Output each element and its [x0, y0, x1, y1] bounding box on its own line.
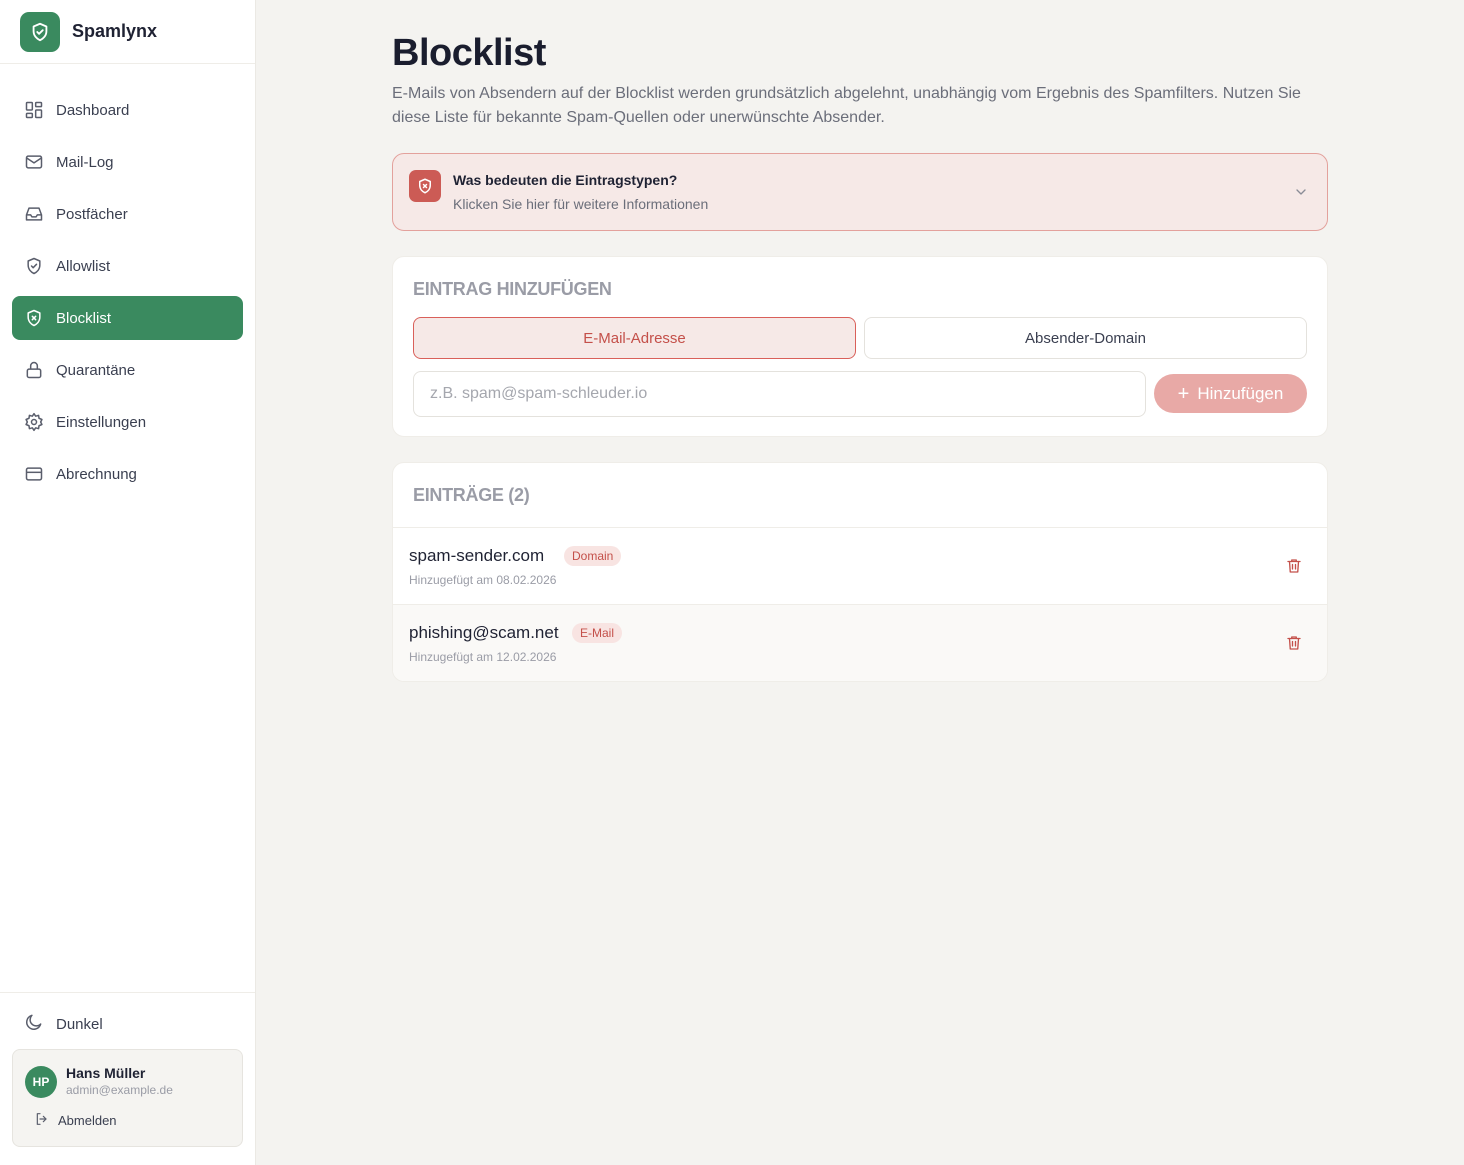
user-email: admin@example.de — [66, 1083, 173, 1097]
entry-name: phishing@scam.net — [409, 623, 559, 642]
sidebar-item-einstellungen[interactable]: Einstellungen — [12, 400, 243, 444]
sidebar-item-allowlist[interactable]: Allowlist — [12, 244, 243, 288]
sidebar-footer: Dunkel HP Hans Müller admin@example.de A… — [0, 992, 255, 1147]
moon-icon — [24, 1012, 44, 1036]
info-subtitle: Klicken Sie hier für weitere Information… — [453, 196, 709, 212]
logout-label: Abmelden — [58, 1113, 117, 1128]
avatar: HP — [25, 1066, 57, 1098]
logout-button[interactable]: Abmelden — [34, 1111, 117, 1130]
plus-icon: + — [1177, 382, 1190, 405]
list-item: phishing@scam.net E-Mail Hinzugefügt am … — [393, 604, 1327, 681]
brand: Spamlynx — [0, 0, 255, 64]
trash-icon[interactable] — [1285, 557, 1303, 575]
entry-type-badge: E-Mail — [572, 623, 623, 643]
shield-x-icon — [24, 308, 44, 328]
sidebar-item-label: Dashboard — [56, 101, 130, 119]
sidebar-item-label: Quarantäne — [56, 361, 136, 379]
chevron-down-icon — [1293, 184, 1309, 205]
sidebar-item-blocklist[interactable]: Blocklist — [12, 296, 243, 340]
page-title: Blocklist — [392, 32, 546, 74]
sidebar-item-label: Postfächer — [56, 205, 128, 223]
gear-icon — [24, 412, 44, 432]
info-title: Was bedeuten die Eintragstypen? — [453, 172, 678, 188]
theme-toggle-label: Dunkel — [56, 1015, 103, 1033]
entries-card: EINTRÄGE (2) spam-sender.com Domain Hinz… — [392, 462, 1328, 682]
sidebar-item-label: Allowlist — [56, 257, 111, 275]
list-item: spam-sender.com Domain Hinzugefügt am 08… — [393, 527, 1327, 604]
app-name: Spamlynx — [72, 21, 158, 41]
sidebar-nav: Dashboard Mail-Log Postfächer Allowlist … — [12, 88, 243, 504]
sidebar-item-postfaecher[interactable]: Postfächer — [12, 192, 243, 236]
dashboard-icon — [24, 100, 44, 120]
shield-check-icon — [24, 256, 44, 276]
entry-input[interactable] — [413, 371, 1146, 417]
entry-date: Hinzugefügt am 08.02.2026 — [409, 573, 557, 587]
page-description: E-Mails von Absendern auf der Blocklist … — [392, 85, 1301, 126]
add-entry-label: Hinzufügen — [1197, 383, 1284, 403]
theme-toggle[interactable]: Dunkel — [12, 1003, 243, 1045]
entry-type-badge: Domain — [564, 546, 622, 566]
logout-icon — [34, 1111, 50, 1130]
sidebar-item-dashboard[interactable]: Dashboard — [12, 88, 243, 132]
shield-logo-icon — [20, 11, 60, 52]
type-email-button[interactable]: E-Mail-Adresse — [413, 317, 856, 359]
shield-x-icon — [409, 170, 441, 202]
user-card: HP Hans Müller admin@example.de Abmelden — [12, 1049, 243, 1147]
sidebar-item-label: Blocklist — [56, 309, 112, 327]
add-entry-title: EINTRAG HINZUFÜGEN — [413, 279, 612, 299]
entry-types-info-toggle[interactable]: Was bedeuten die Eintragstypen? Klicken … — [392, 153, 1328, 231]
sidebar: Spamlynx Dashboard Mail-Log Postfächer A… — [0, 0, 256, 1165]
sidebar-item-mail-log[interactable]: Mail-Log — [12, 140, 243, 184]
sidebar-item-quarantaene[interactable]: Quarantäne — [12, 348, 243, 392]
type-domain-button[interactable]: Absender-Domain — [864, 317, 1307, 359]
sidebar-item-label: Einstellungen — [56, 413, 147, 431]
entry-date: Hinzugefügt am 12.02.2026 — [409, 650, 557, 664]
inbox-icon — [24, 204, 44, 224]
entries-title: EINTRÄGE (2) — [413, 485, 530, 505]
sidebar-item-label: Abrechnung — [56, 465, 137, 483]
add-entry-card: EINTRAG HINZUFÜGEN E-Mail-Adresse Absend… — [392, 256, 1328, 437]
add-entry-button[interactable]: + Hinzufügen — [1154, 374, 1307, 413]
user-name: Hans Müller — [66, 1065, 146, 1081]
sidebar-item-label: Mail-Log — [56, 153, 114, 171]
lock-icon — [24, 360, 44, 380]
trash-icon[interactable] — [1285, 634, 1303, 652]
sidebar-item-abrechnung[interactable]: Abrechnung — [12, 452, 243, 496]
credit-card-icon — [24, 464, 44, 484]
entry-name: spam-sender.com — [409, 546, 545, 565]
mail-icon — [24, 152, 44, 172]
